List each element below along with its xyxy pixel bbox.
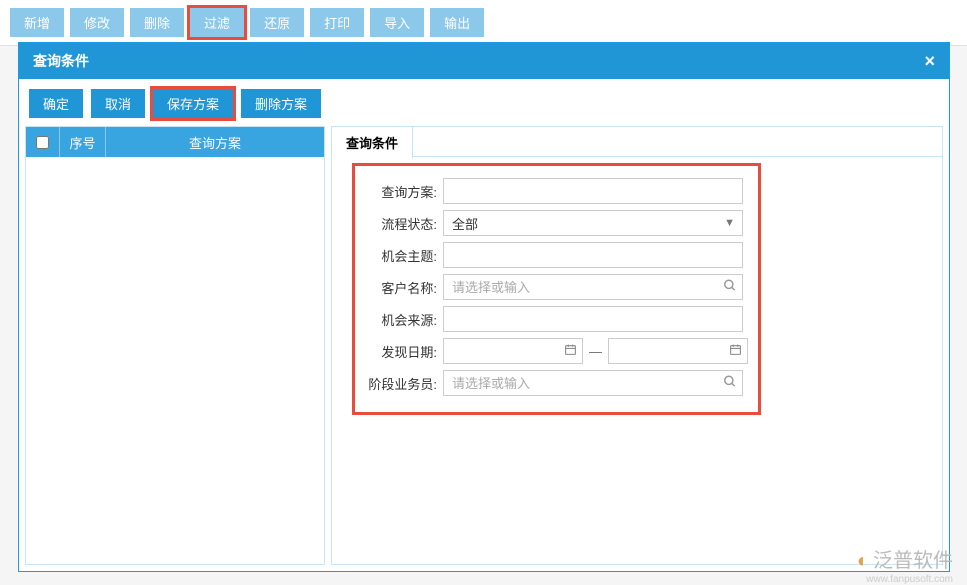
date-from-input[interactable] [443,338,583,364]
criteria-form: 查询方案: 流程状态: ▼ 机会主题: 客户名称: [352,163,761,415]
date-from-wrap [443,338,583,364]
customer-name-input[interactable] [443,274,743,300]
import-button[interactable]: 导入 [370,8,424,37]
tab-underline [332,156,942,157]
criteria-panel: 查询条件 查询方案: 流程状态: ▼ 机会主题: [331,126,943,565]
calendar-icon[interactable] [729,343,742,359]
dialog-actions: 确定 取消 保存方案 删除方案 [19,79,949,126]
process-status-label: 流程状态: [365,214,437,233]
stage-sales-label: 阶段业务员: [365,374,437,393]
dialog-header: 查询条件 × [19,43,949,79]
opportunity-topic-row: 机会主题: [365,242,748,268]
discover-date-row: 发现日期: — [365,338,748,364]
stage-sales-row: 阶段业务员: [365,370,748,396]
delete-plan-button[interactable]: 删除方案 [241,89,321,118]
search-icon[interactable] [723,279,737,296]
confirm-button[interactable]: 确定 [29,89,83,118]
plan-header: 查询方案 [106,127,324,157]
customer-name-wrap [443,274,743,300]
new-button[interactable]: 新增 [10,8,64,37]
criteria-tab[interactable]: 查询条件 [331,126,413,159]
query-dialog: 查询条件 × 确定 取消 保存方案 删除方案 序号 查询方案 查询条件 查询方案 [18,42,950,572]
discover-date-label: 发现日期: [365,342,437,361]
query-plan-row: 查询方案: [365,178,748,204]
dialog-title: 查询条件 [33,51,89,71]
date-to-input[interactable] [608,338,748,364]
plan-list-header: 序号 查询方案 [26,127,324,157]
query-plan-label: 查询方案: [365,182,437,201]
date-range: — [443,338,748,364]
opportunity-topic-label: 机会主题: [365,246,437,265]
stage-sales-input[interactable] [443,370,743,396]
opportunity-topic-input[interactable] [443,242,743,268]
seq-header: 序号 [60,127,106,157]
select-all-cell [26,127,60,157]
filter-button[interactable]: 过滤 [190,8,244,37]
opportunity-source-input[interactable] [443,306,743,332]
select-all-checkbox[interactable] [36,136,49,149]
process-status-row: 流程状态: ▼ [365,210,748,236]
opportunity-source-row: 机会来源: [365,306,748,332]
process-status-value[interactable] [443,210,743,236]
delete-button[interactable]: 删除 [130,8,184,37]
customer-name-label: 客户名称: [365,278,437,297]
top-toolbar: 新增 修改 删除 过滤 还原 打印 导入 输出 [0,0,967,46]
save-plan-button[interactable]: 保存方案 [153,89,233,118]
close-icon[interactable]: × [924,52,935,70]
edit-button[interactable]: 修改 [70,8,124,37]
cancel-button[interactable]: 取消 [91,89,145,118]
process-status-select[interactable]: ▼ [443,210,743,236]
watermark-url: www.fanpusoft.com [866,574,953,585]
date-to-wrap [608,338,748,364]
opportunity-source-label: 机会来源: [365,310,437,329]
calendar-icon[interactable] [564,343,577,359]
dialog-body: 序号 查询方案 查询条件 查询方案: 流程状态: ▼ [19,126,949,571]
restore-button[interactable]: 还原 [250,8,304,37]
stage-sales-wrap [443,370,743,396]
print-button[interactable]: 打印 [310,8,364,37]
export-button[interactable]: 输出 [430,8,484,37]
query-plan-input[interactable] [443,178,743,204]
plan-list-panel: 序号 查询方案 [25,126,325,565]
customer-name-row: 客户名称: [365,274,748,300]
date-separator: — [589,344,602,359]
search-icon[interactable] [723,375,737,392]
